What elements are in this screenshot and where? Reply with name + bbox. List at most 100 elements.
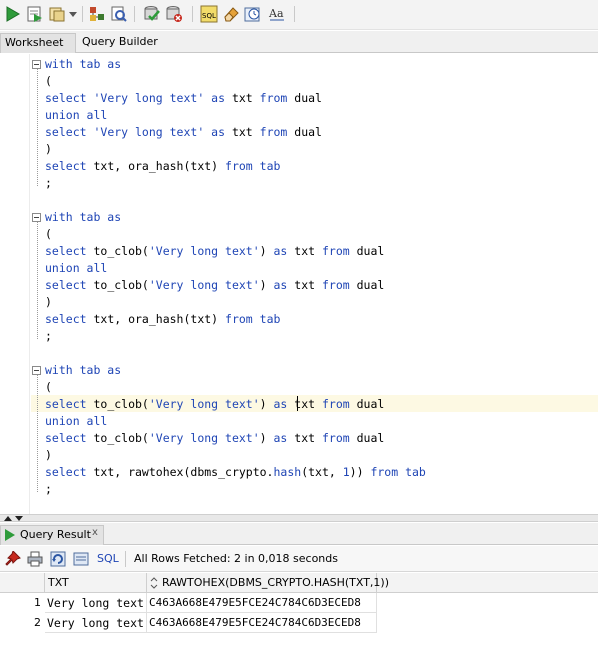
run-statement-icon[interactable] (4, 5, 22, 23)
clear-eraser-icon[interactable] (222, 5, 240, 23)
sql-history-icon[interactable] (244, 5, 262, 23)
panel-splitter[interactable] (0, 514, 598, 522)
sql-token: ) (259, 431, 274, 445)
row-number: 1 (34, 596, 41, 609)
tab-worksheet[interactable]: Worksheet (0, 33, 76, 53)
play-icon (5, 529, 15, 541)
sql-keyword: from (321, 244, 350, 258)
cell-hash[interactable]: C463A668E479E5FCE24C784C6D3ECED8 (147, 613, 377, 633)
rollback-icon[interactable] (165, 5, 183, 23)
sql-keyword: with tab as (45, 57, 122, 71)
table-row[interactable]: 1 Very long text C463A668E479E5FCE24C784… (0, 593, 598, 613)
pin-icon[interactable] (5, 551, 21, 567)
sql-keyword: select (45, 312, 94, 326)
sql-query-icon[interactable] (73, 551, 89, 567)
sql-token: ; (45, 176, 52, 190)
cell-txt[interactable]: Very long text (45, 613, 147, 633)
sql-keyword: as (273, 244, 295, 258)
unshared-sql-icon[interactable]: SQL (200, 5, 218, 23)
code-line[interactable]: with tab as (45, 209, 121, 226)
svg-text:SQL: SQL (202, 12, 216, 20)
sql-token: ) (259, 397, 274, 411)
code-line[interactable]: ) (45, 294, 52, 311)
autotrace-icon[interactable] (48, 5, 66, 23)
sql-token: txt (294, 397, 322, 411)
code-line[interactable]: ( (45, 226, 52, 243)
code-line[interactable]: ) (45, 141, 52, 158)
sql-keyword: as (204, 125, 232, 139)
sql-string: 'Very long text' (148, 397, 260, 411)
fold-toggle-icon[interactable] (32, 213, 41, 222)
sql-keyword: select (45, 431, 94, 445)
fold-toggle-icon[interactable] (32, 366, 41, 375)
code-line[interactable]: ) (45, 447, 52, 464)
fold-toggle-icon[interactable] (32, 60, 41, 69)
collapse-arrows-icon[interactable] (3, 515, 25, 522)
cell-txt[interactable]: Very long text (45, 593, 147, 613)
code-line[interactable]: union all (45, 107, 107, 124)
table-row[interactable]: 2 Very long text C463A668E479E5FCE24C784… (0, 613, 598, 633)
sql-keyword: select (45, 159, 94, 173)
sql-keyword: select (45, 125, 94, 139)
code-line[interactable]: select to_clob('Very long text') as txt … (45, 277, 384, 294)
sql-keyword: union all (45, 108, 108, 122)
toolbar-separator (192, 6, 193, 22)
fold-guide (37, 69, 38, 186)
close-tab-button[interactable]: x (92, 527, 98, 538)
sql-token: txt, rawtohex(dbms_crypto. (93, 465, 274, 479)
code-line[interactable]: ( (45, 379, 52, 396)
sql-keyword: from (259, 91, 288, 105)
code-line[interactable]: union all (45, 413, 107, 430)
code-line[interactable]: ; (45, 481, 52, 498)
sql-keyword: with tab as (45, 363, 122, 377)
code-line[interactable]: select to_clob('Very long text') as txt … (45, 243, 384, 260)
cell-hash[interactable]: C463A668E479E5FCE24C784C6D3ECED8 (147, 593, 377, 613)
commit-icon[interactable] (143, 5, 161, 23)
print-icon[interactable] (27, 551, 43, 567)
sql-tuning-advisor-icon[interactable] (110, 5, 128, 23)
sql-token: to_clob( (93, 278, 149, 292)
code-line[interactable]: with tab as (45, 362, 121, 379)
code-line[interactable]: ; (45, 175, 52, 192)
sql-string: 'Very long text' (93, 91, 205, 105)
sql-token: txt (231, 125, 260, 139)
sql-token: dual (349, 244, 385, 258)
code-line[interactable]: select txt, ora_hash(txt) from tab (45, 311, 280, 328)
code-line[interactable]: ( (45, 73, 52, 90)
code-line[interactable]: select 'Very long text' as txt from dual (45, 90, 322, 107)
sql-keyword: from (321, 278, 350, 292)
run-script-icon[interactable] (26, 5, 44, 23)
sql-keyword: as (273, 397, 295, 411)
toolbar-separator (82, 6, 83, 22)
code-line[interactable]: select txt, ora_hash(txt) from tab (45, 158, 280, 175)
sql-token: dual (349, 397, 385, 411)
chevron-down-icon[interactable] (68, 5, 78, 23)
code-line[interactable]: select txt, rawtohex(dbms_crypto.hash(tx… (45, 464, 426, 481)
sql-token: dual (349, 431, 385, 445)
code-line[interactable]: with tab as (45, 56, 121, 73)
grid-header: TXT RAWTOHEX(DBMS_CRYPTO.HASH(TXT,1)) (0, 573, 598, 593)
tab-query-builder[interactable]: Query Builder (82, 33, 158, 53)
sql-keyword: select (45, 465, 94, 479)
refresh-icon[interactable] (50, 551, 66, 567)
row-number-header (0, 573, 45, 593)
sql-link[interactable]: SQL (97, 552, 119, 565)
code-line[interactable]: select 'Very long text' as txt from dual (45, 124, 322, 141)
code-line[interactable]: select to_clob('Very long text') as txt … (45, 430, 384, 447)
sql-token: ) (45, 142, 52, 156)
sql-string: 'Very long text' (93, 125, 205, 139)
sql-keyword: from (259, 125, 288, 139)
code-line[interactable]: ; (45, 328, 52, 345)
column-header-txt[interactable]: TXT (45, 573, 147, 593)
column-header-hash[interactable]: RAWTOHEX(DBMS_CRYPTO.HASH(TXT,1)) (147, 573, 389, 593)
sql-keyword: as (204, 91, 232, 105)
format-case-icon[interactable]: Aa (268, 5, 286, 23)
tab-query-result[interactable]: Query Result x (0, 525, 104, 545)
sql-editor[interactable]: with tab as (select 'Very long text' as t… (0, 54, 598, 514)
sql-token: dual (349, 278, 385, 292)
sql-keyword: select (45, 91, 94, 105)
code-line[interactable]: select to_clob('Very long text') as txt … (45, 396, 384, 413)
code-line[interactable]: union all (45, 260, 107, 277)
explain-plan-icon[interactable] (88, 5, 106, 23)
sql-keyword: union all (45, 414, 108, 428)
